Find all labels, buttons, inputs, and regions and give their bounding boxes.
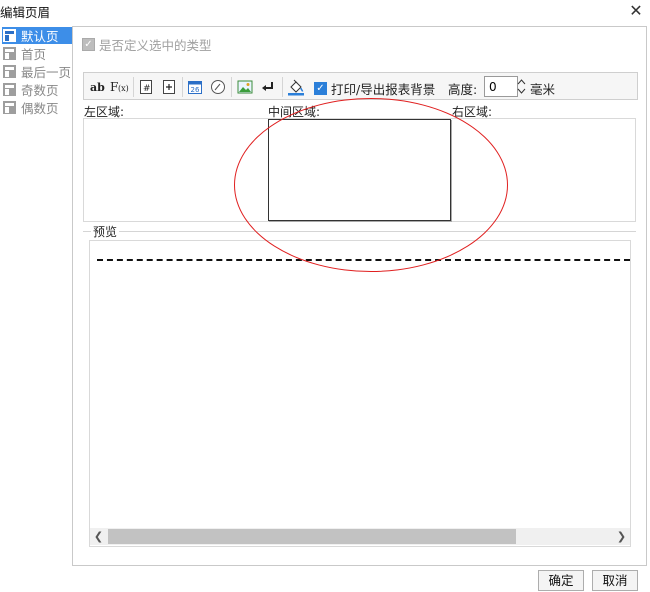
checkbox-box[interactable]: ✓ xyxy=(82,38,95,51)
sidebar-item-label: 偶数页 xyxy=(21,101,59,116)
page-type-icon xyxy=(3,101,16,114)
ab-text-icon[interactable]: ab xyxy=(89,78,109,96)
height-spinner[interactable] xyxy=(515,76,528,97)
time-icon[interactable] xyxy=(209,78,227,96)
scroll-right-icon[interactable]: ❯ xyxy=(613,528,630,545)
preview-label: 预览 xyxy=(91,223,120,240)
dialog-titlebar: 编辑页眉 ✕ xyxy=(0,0,650,22)
svg-text:#: # xyxy=(143,84,151,94)
right-area-editor[interactable] xyxy=(452,119,636,221)
toolbar-separator xyxy=(182,77,183,97)
sidebar-item-label: 最后一页 xyxy=(21,65,72,80)
header-boundary-line xyxy=(97,259,630,261)
paint-bucket-icon[interactable] xyxy=(287,78,305,96)
print-background-checkbox[interactable]: ✓ 打印/导出报表背景 xyxy=(314,79,435,98)
date-icon[interactable]: 26 xyxy=(186,78,204,96)
spin-up-icon xyxy=(517,79,526,85)
spin-down-icon xyxy=(517,88,526,94)
page-type-icon xyxy=(3,29,16,42)
sidebar-item-even-pages[interactable]: 偶数页 xyxy=(2,99,72,116)
page-type-icon xyxy=(3,65,16,78)
height-label: 高度: xyxy=(448,82,478,97)
sidebar-item-last-page[interactable]: 最后一页 xyxy=(2,63,72,80)
page-type-sidebar: 默认页 首页 最后一页 奇数页 偶数页 xyxy=(0,26,73,566)
sidebar-item-odd-pages[interactable]: 奇数页 xyxy=(2,81,72,98)
cancel-button[interactable]: 取消 xyxy=(592,570,638,591)
sidebar-item-default-page[interactable]: 默认页 xyxy=(2,27,72,44)
ok-button[interactable]: 确定 xyxy=(538,570,584,591)
svg-text:26: 26 xyxy=(191,86,200,94)
left-area-editor[interactable] xyxy=(84,119,268,221)
toolbar-separator xyxy=(282,77,283,97)
scrollbar-thumb[interactable] xyxy=(108,529,516,544)
formula-icon[interactable]: F (x) xyxy=(110,78,130,96)
toolbar-separator xyxy=(231,77,232,97)
svg-text:(x): (x) xyxy=(118,84,129,93)
close-icon[interactable]: ✕ xyxy=(626,1,646,21)
toolbar-separator xyxy=(133,77,134,97)
sidebar-item-label: 默认页 xyxy=(21,29,59,44)
checkbox-box[interactable]: ✓ xyxy=(314,82,327,95)
page-type-icon xyxy=(3,83,16,96)
define-type-label: 是否定义选中的类型 xyxy=(99,38,212,53)
height-input[interactable] xyxy=(484,76,518,97)
page-number-icon[interactable]: # xyxy=(137,78,155,96)
sidebar-item-first-page[interactable]: 首页 xyxy=(2,45,72,62)
image-icon[interactable] xyxy=(236,78,254,96)
total-pages-icon[interactable] xyxy=(160,78,178,96)
dialog-title: 编辑页眉 xyxy=(0,5,51,20)
svg-text:ab: ab xyxy=(90,81,105,94)
horizontal-scrollbar[interactable]: ❮ ❯ xyxy=(90,528,630,545)
middle-area-editor[interactable] xyxy=(268,119,451,221)
scroll-left-icon[interactable]: ❮ xyxy=(90,528,107,545)
define-type-checkbox[interactable]: ✓ 是否定义选中的类型 xyxy=(82,35,212,54)
sidebar-item-label: 首页 xyxy=(21,47,47,62)
page-type-icon xyxy=(3,47,16,60)
print-background-label: 打印/导出报表背景 xyxy=(331,82,436,97)
line-break-icon[interactable] xyxy=(259,78,277,96)
preview-area xyxy=(89,240,631,547)
sidebar-item-label: 奇数页 xyxy=(21,83,59,98)
height-unit-label: 毫米 xyxy=(530,82,556,97)
header-toolbar: ab F(x) # 26 ✓ 打印/导出报表背景 高度: 毫米 xyxy=(83,72,638,100)
